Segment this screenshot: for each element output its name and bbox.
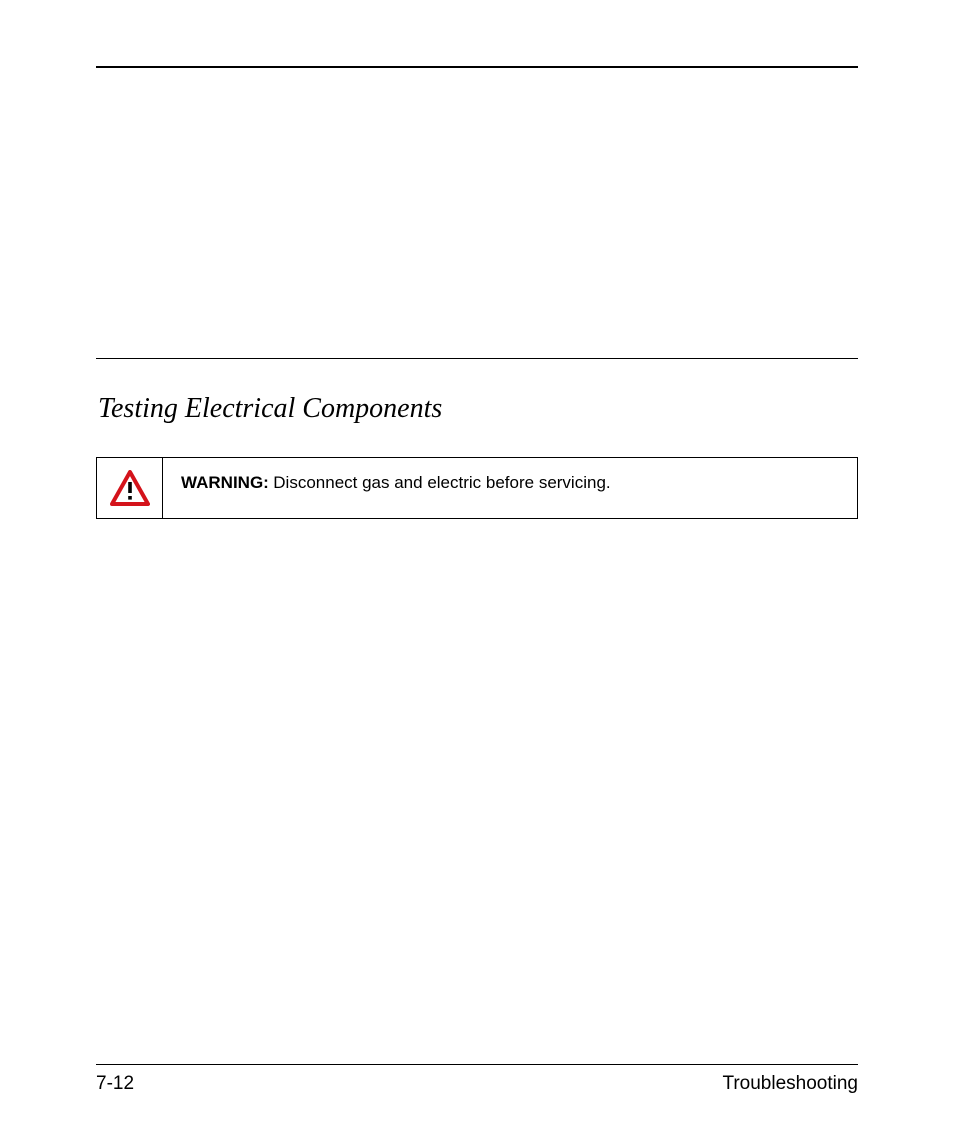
callout-body: WARNING: Disconnect gas and electric bef… xyxy=(163,458,857,518)
section-rule xyxy=(96,358,858,359)
warning-callout: WARNING: Disconnect gas and electric bef… xyxy=(96,457,858,519)
section-title: Testing Electrical Components xyxy=(98,393,858,425)
page-number: 7-12 xyxy=(96,1073,134,1095)
page-footer: 7-12 Troubleshooting xyxy=(96,1064,858,1095)
footer-row: 7-12 Troubleshooting xyxy=(96,1073,858,1095)
callout-icon-cell xyxy=(97,458,163,518)
callout-heading: WARNING: xyxy=(181,473,269,492)
callout-text: Disconnect gas and electric before servi… xyxy=(273,473,610,492)
footer-rule xyxy=(96,1064,858,1065)
chapter-label: Troubleshooting xyxy=(722,1073,858,1095)
page: Testing Electrical Components WARNING: D… xyxy=(0,0,954,1145)
header-rule xyxy=(96,66,858,68)
warning-triangle-icon xyxy=(110,470,150,506)
